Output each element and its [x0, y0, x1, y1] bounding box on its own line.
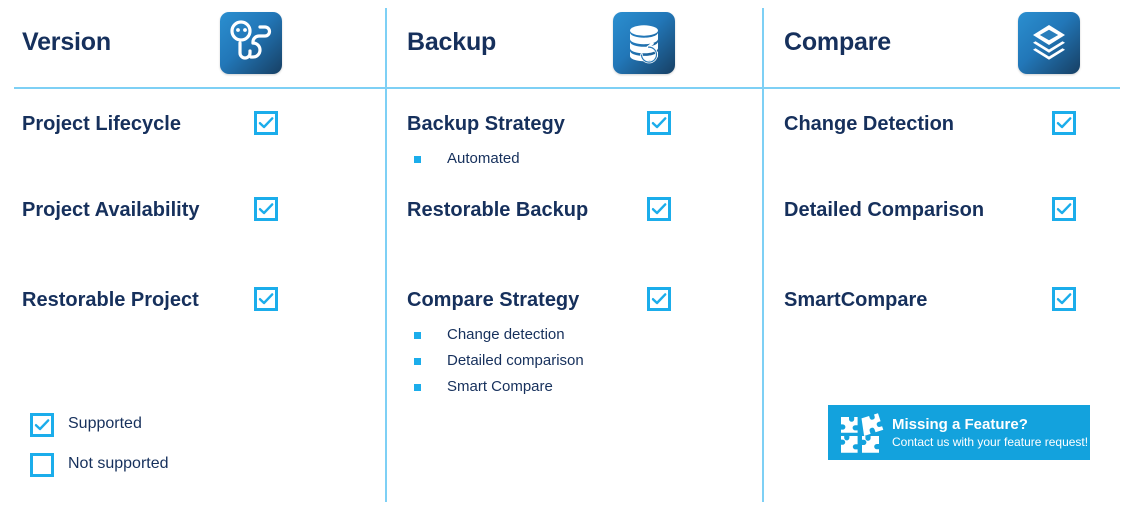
feature-label: Compare Strategy	[407, 289, 580, 311]
sub-label: Smart Compare	[447, 378, 553, 395]
bullet-icon	[414, 156, 421, 163]
checkbox-supported[interactable]	[647, 197, 671, 221]
column-title-backup: Backup	[407, 28, 497, 56]
feature-head: Change Detection	[784, 110, 1134, 140]
feature-project-lifecycle[interactable]: Project Lifecycle	[22, 110, 372, 140]
feature-label: Backup Strategy	[407, 113, 565, 135]
list-item: Smart Compare	[407, 374, 757, 400]
feature-detailed-comparison[interactable]: Detailed Comparison	[784, 196, 1134, 226]
feature-head: Backup Strategy	[407, 110, 757, 140]
feature-head: SmartCompare	[784, 286, 1134, 316]
banner-title: Missing a Feature?	[892, 415, 1028, 433]
checkbox-supported[interactable]	[647, 287, 671, 311]
feature-restorable-backup[interactable]: Restorable Backup	[407, 196, 757, 226]
checkbox-supported[interactable]	[254, 111, 278, 135]
sub-label: Change detection	[447, 326, 565, 343]
feature-head: Project Availability	[22, 196, 372, 226]
checkbox-supported[interactable]	[1052, 197, 1076, 221]
feature-head: Compare Strategy	[407, 286, 757, 316]
sub-label: Detailed comparison	[447, 352, 584, 369]
feature-change-detection[interactable]: Change Detection	[784, 110, 1134, 140]
legend-label: Supported	[68, 415, 142, 432]
feature-sublist: Change detection Detailed comparison Sma…	[407, 322, 757, 400]
feature-label: Project Availability	[22, 199, 200, 221]
feature-label: Change Detection	[784, 113, 955, 135]
sub-label: Automated	[447, 150, 520, 167]
checkbox-supported[interactable]	[1052, 287, 1076, 311]
layers-stack-icon	[1018, 12, 1080, 74]
column-divider-1	[385, 8, 387, 502]
database-restore-icon	[613, 12, 675, 74]
list-item: Change detection	[407, 322, 757, 348]
column-backup: Backup Backup Strategy Automated Restora…	[393, 0, 770, 510]
list-item: Automated	[407, 146, 757, 172]
checkbox-checked-sample	[30, 413, 54, 437]
column-header-version: Version	[8, 0, 385, 87]
feature-backup-strategy[interactable]: Backup Strategy Automated	[407, 110, 757, 172]
feature-head: Project Lifecycle	[22, 110, 372, 140]
checkbox-supported[interactable]	[647, 111, 671, 135]
checkbox-supported[interactable]	[254, 287, 278, 311]
column-header-backup: Backup	[393, 0, 770, 87]
feature-label: Restorable Project	[22, 289, 199, 311]
puzzle-pieces-icon	[836, 411, 886, 455]
list-item: Detailed comparison	[407, 348, 757, 374]
column-title-version: Version	[22, 28, 111, 56]
feature-restorable-project[interactable]: Restorable Project	[22, 286, 372, 316]
feature-compare-strategy[interactable]: Compare Strategy Change detection Detail…	[407, 286, 757, 400]
feature-project-availability[interactable]: Project Availability	[22, 196, 372, 226]
bullet-icon	[414, 358, 421, 365]
feature-comparison-board: Version Project Lifecycle Project Availa…	[0, 0, 1134, 510]
bullet-icon	[414, 384, 421, 391]
feature-label: SmartCompare	[784, 289, 928, 311]
checkbox-unchecked-sample	[30, 453, 54, 477]
feature-smartcompare[interactable]: SmartCompare	[784, 286, 1134, 316]
feature-sublist: Automated	[407, 146, 757, 172]
missing-feature-banner[interactable]: Missing a Feature? Contact us with your …	[828, 405, 1090, 460]
feature-head: Detailed Comparison	[784, 196, 1134, 226]
feature-label: Restorable Backup	[407, 199, 589, 221]
legend-label: Not supported	[68, 455, 169, 472]
feature-label: Project Lifecycle	[22, 113, 181, 135]
banner-text: Missing a Feature? Contact us with your …	[892, 416, 1088, 450]
column-version: Version Project Lifecycle Project Availa…	[8, 0, 385, 510]
banner-subtitle: Contact us with your feature request!	[892, 434, 1089, 449]
checkbox-supported[interactable]	[254, 197, 278, 221]
column-header-compare: Compare	[770, 0, 1134, 87]
column-title-compare: Compare	[784, 28, 891, 56]
bullet-icon	[414, 332, 421, 339]
feature-head: Restorable Project	[22, 286, 372, 316]
version-graph-icon	[220, 12, 282, 74]
feature-head: Restorable Backup	[407, 196, 757, 226]
feature-label: Detailed Comparison	[784, 199, 985, 221]
checkbox-supported[interactable]	[1052, 111, 1076, 135]
